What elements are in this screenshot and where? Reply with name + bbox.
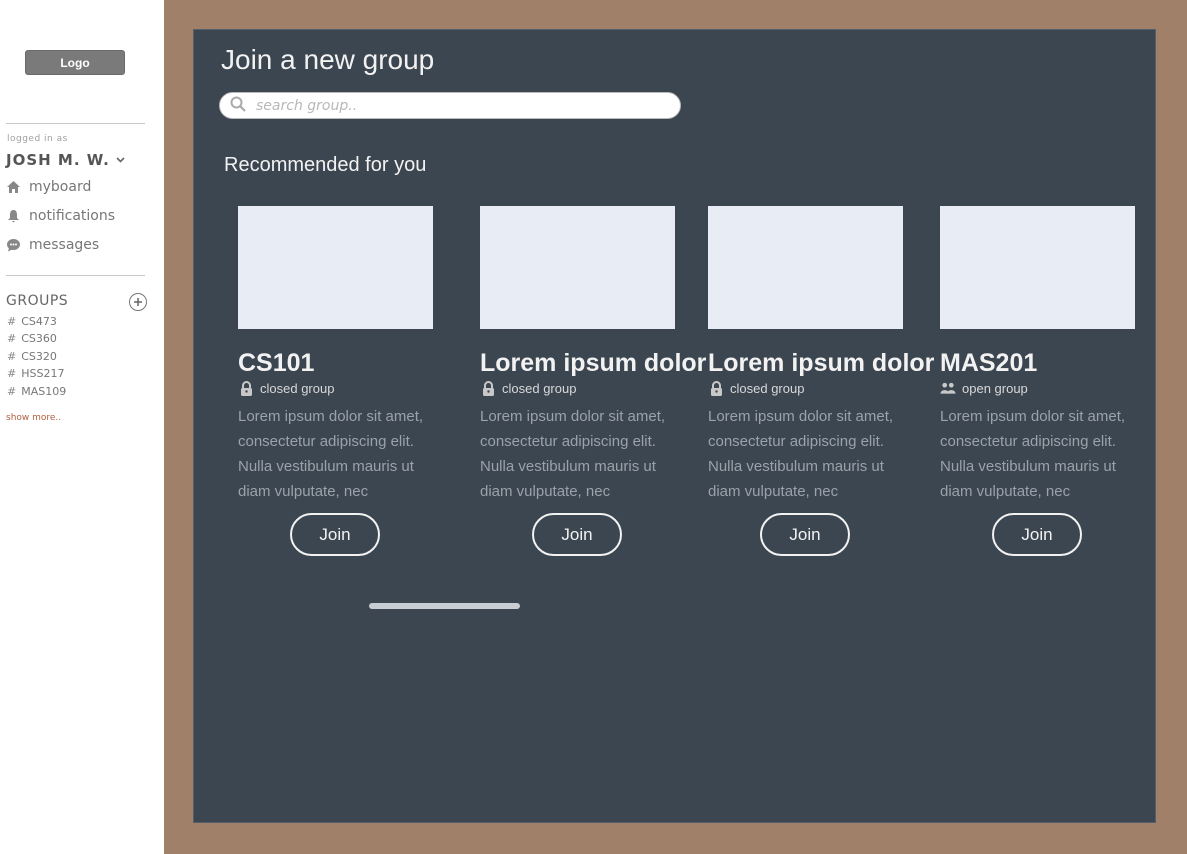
chevron-down-icon (116, 155, 125, 166)
users-icon (940, 380, 956, 396)
add-group-button[interactable] (129, 293, 147, 311)
join-button[interactable]: Join (992, 513, 1082, 556)
groups-heading: GROUPS (6, 293, 69, 309)
nav-item-myboard[interactable]: myboard (6, 179, 91, 195)
sidebar-item-group[interactable]: # HSS217 (7, 367, 64, 380)
section-title: Recommended for you (224, 154, 427, 176)
group-card: CS101 closed group Lorem ipsum dolor sit… (238, 206, 434, 556)
group-label: HSS217 (21, 367, 65, 380)
show-more-link[interactable]: show more.. (6, 413, 61, 423)
hash-icon: # (7, 367, 17, 380)
lock-icon (708, 380, 724, 396)
nav-label: notifications (29, 208, 116, 224)
nav-item-notifications[interactable]: notifications (6, 208, 115, 224)
sidebar-item-group[interactable]: # MAS109 (7, 385, 66, 398)
group-thumbnail[interactable] (480, 206, 675, 329)
sidebar-item-group[interactable]: # CS360 (7, 332, 57, 345)
user-menu[interactable]: JOSH M. W. (6, 151, 125, 169)
join-button[interactable]: Join (532, 513, 622, 556)
group-description: Lorem ipsum dolor sit amet, consectetur … (708, 408, 894, 500)
group-thumbnail[interactable] (238, 206, 433, 329)
group-thumbnail[interactable] (708, 206, 903, 329)
hash-icon: # (7, 350, 17, 363)
logo-button[interactable]: Logo (25, 50, 125, 75)
group-privacy: closed group (480, 380, 676, 396)
search-icon (230, 96, 246, 116)
divider (6, 275, 145, 276)
nav-label: messages (29, 237, 100, 253)
group-label: MAS109 (21, 385, 67, 398)
sidebar: Logo logged in as JOSH M. W. myboard not… (0, 0, 164, 854)
join-group-panel: Join a new group Recommended for you CS1… (193, 29, 1156, 823)
user-name: JOSH M. W. (6, 151, 110, 169)
horizontal-scrollbar[interactable] (369, 603, 520, 609)
privacy-label: closed group (730, 380, 805, 396)
group-card: Lorem ipsum dolor closed group Lorem ips… (480, 206, 706, 556)
group-privacy: closed group (238, 380, 434, 396)
nav-label: myboard (29, 179, 92, 195)
group-label: CS473 (21, 315, 57, 328)
group-label: CS320 (21, 350, 57, 363)
plus-icon (134, 298, 142, 306)
group-name[interactable]: Lorem ipsum dolor (480, 349, 706, 378)
bell-icon (6, 209, 21, 224)
search-bar[interactable] (219, 92, 681, 119)
group-card: Lorem ipsum dolor closed group Lorem ips… (708, 206, 934, 556)
group-description: Lorem ipsum dolor sit amet, consectetur … (480, 408, 666, 500)
group-description: Lorem ipsum dolor sit amet, consectetur … (238, 408, 424, 500)
divider (6, 123, 145, 124)
group-name[interactable]: CS101 (238, 349, 434, 378)
group-privacy: closed group (708, 380, 904, 396)
group-description: Lorem ipsum dolor sit amet, consectetur … (940, 408, 1126, 500)
privacy-label: closed group (502, 380, 577, 396)
lock-icon (480, 380, 496, 396)
group-name[interactable]: Lorem ipsum dolor (708, 349, 934, 378)
hash-icon: # (7, 385, 17, 398)
hash-icon: # (7, 315, 17, 328)
privacy-label: closed group (260, 380, 335, 396)
logged-in-label: logged in as (7, 134, 68, 144)
join-button[interactable]: Join (760, 513, 850, 556)
group-card: MAS201 open group Lorem ipsum dolor sit … (940, 206, 1136, 556)
sidebar-item-group[interactable]: # CS320 (7, 350, 57, 363)
join-button[interactable]: Join (290, 513, 380, 556)
hash-icon: # (7, 332, 17, 345)
group-label: CS360 (21, 332, 57, 345)
search-input[interactable] (256, 97, 656, 114)
group-thumbnail[interactable] (940, 206, 1135, 329)
lock-icon (238, 380, 254, 396)
sidebar-item-group[interactable]: # CS473 (7, 315, 57, 328)
page-title: Join a new group (221, 44, 435, 75)
group-privacy: open group (940, 380, 1136, 396)
home-icon (6, 180, 21, 195)
nav-item-messages[interactable]: messages (6, 237, 99, 253)
group-name[interactable]: MAS201 (940, 349, 1136, 378)
privacy-label: open group (962, 380, 1028, 396)
chat-icon (6, 238, 21, 253)
